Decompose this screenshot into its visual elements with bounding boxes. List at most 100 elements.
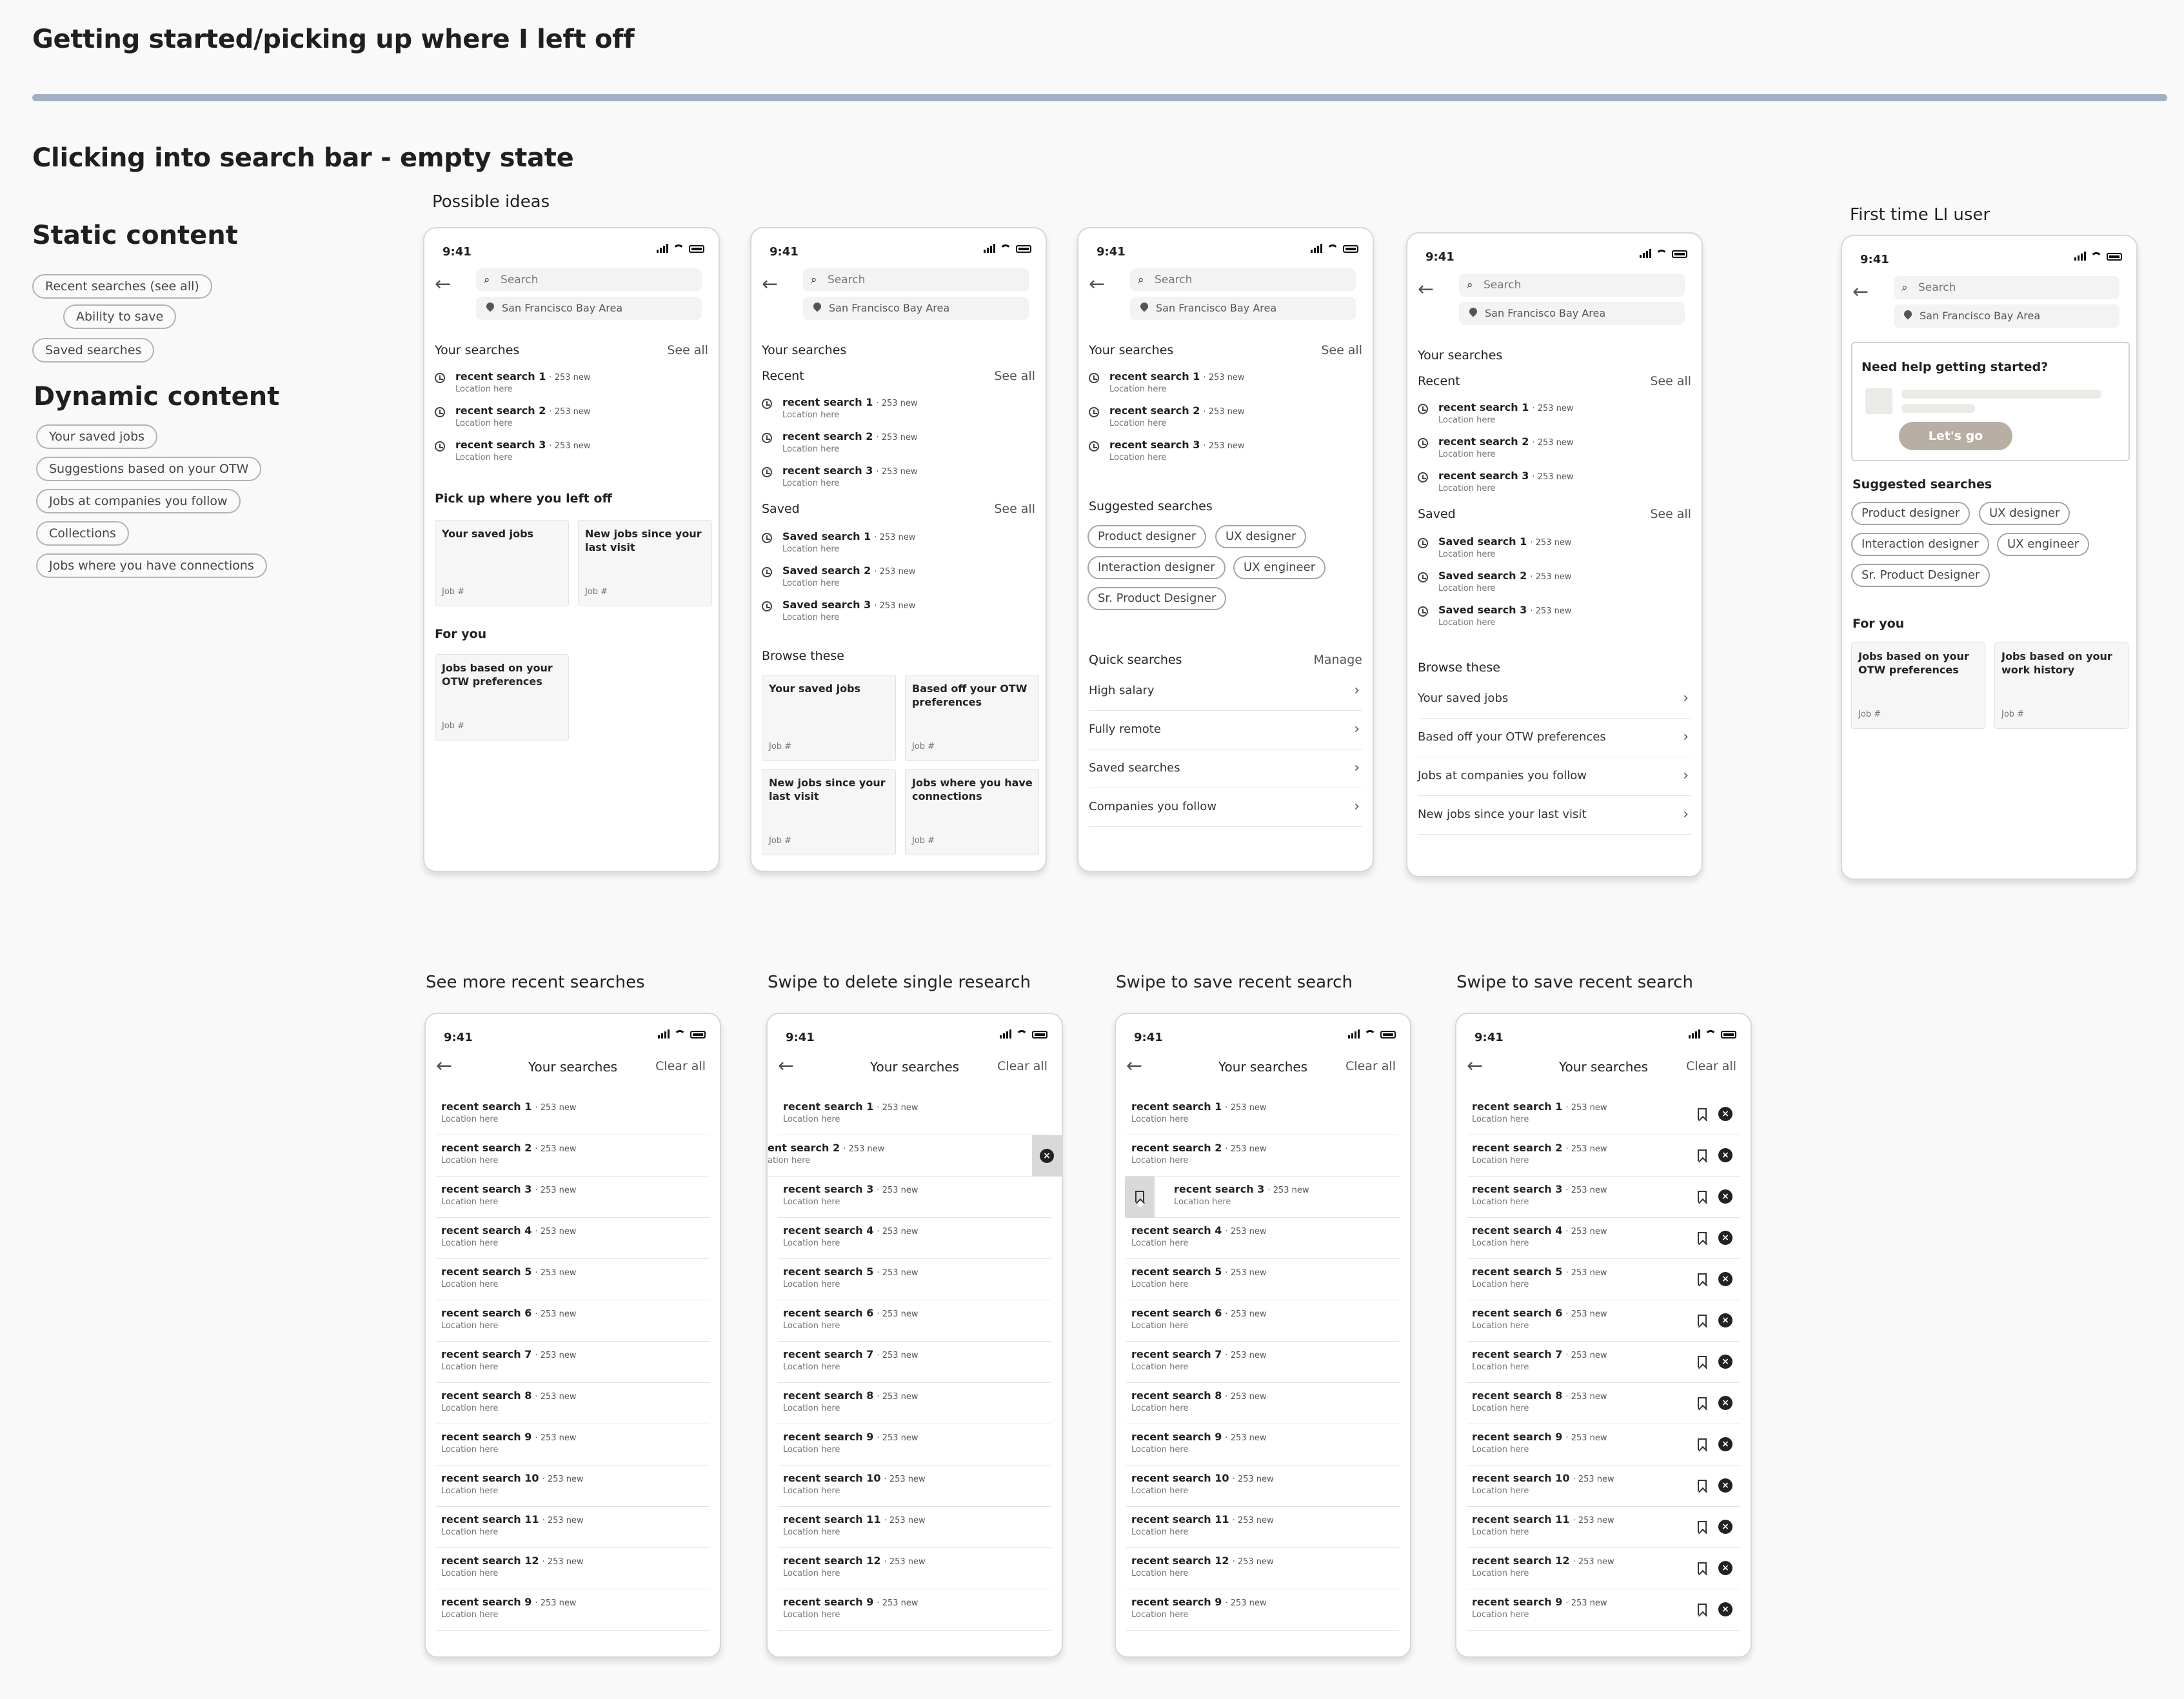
list-item[interactable]: recent search 5 · 253 new Location here [778, 1259, 1051, 1300]
list-item[interactable]: × recent search 9 · 253 new Location here [1467, 1424, 1740, 1466]
recent-search-row[interactable]: recent search 2 · 253 new Location here [762, 430, 1035, 462]
list-item[interactable]: × recent search 9 · 253 new Location here [1467, 1589, 1740, 1631]
browse-row[interactable]: Based off your OTW preferences › [1418, 719, 1691, 757]
saved-search-row[interactable]: Saved search 3 · 253 new Location here [762, 599, 1035, 631]
see-all-link[interactable]: See all [667, 343, 708, 357]
list-item[interactable]: recent search 5 · 253 new Location here [1126, 1259, 1400, 1300]
list-item[interactable]: recent search 12 · 253 new Location here [778, 1548, 1051, 1589]
saved-search-row[interactable]: Saved search 3 · 253 new Location here [1418, 604, 1691, 636]
see-all-link[interactable]: See all [994, 369, 1035, 383]
list-item[interactable]: × recent search 12 · 253 new Location here [1467, 1548, 1740, 1589]
list-item[interactable]: recent search 9 · 253 new Location here [1126, 1424, 1400, 1466]
browse-card[interactable]: Your saved jobs Job # [762, 675, 896, 761]
see-all-link[interactable]: See all [1650, 374, 1691, 388]
close-icon[interactable]: × [1718, 1602, 1732, 1616]
list-item[interactable]: × recent search 2 · 253 new Location here [1467, 1135, 1740, 1177]
close-icon[interactable]: × [1718, 1313, 1732, 1327]
card-otw-jobs[interactable]: Jobs based on your OTW preferences Job # [1851, 642, 1985, 729]
list-item[interactable]: recent search 8 · 253 new Location here [778, 1383, 1051, 1424]
list-item[interactable]: recent search 4 · 253 new Location here [1126, 1218, 1400, 1259]
back-arrow-icon[interactable]: ← [762, 275, 778, 294]
list-item[interactable]: × recent search 10 · 253 new Location here [1467, 1466, 1740, 1507]
search-input[interactable]: ⌕ Search [803, 268, 1029, 292]
lets-go-button[interactable]: Let's go [1899, 422, 2012, 450]
list-item[interactable]: recent search 12 · 253 new Location here [436, 1548, 710, 1589]
location-input[interactable]: San Francisco Bay Area [803, 297, 1029, 320]
browse-row[interactable]: Your saved jobs › [1418, 680, 1691, 719]
list-item[interactable]: recent search 9 · 253 new Location here [436, 1424, 710, 1466]
bookmark-icon[interactable] [1698, 1315, 1707, 1326]
list-item[interactable]: recent search 11 · 253 new Location here [1126, 1507, 1400, 1548]
suggestion-chip[interactable]: UX designer [1215, 525, 1307, 548]
bookmark-icon[interactable] [1698, 1480, 1707, 1491]
clear-all-button[interactable]: Clear all [997, 1059, 1047, 1073]
list-item[interactable]: recent search 5 · 253 new Location here [436, 1259, 710, 1300]
suggestion-chip[interactable]: UX engineer [1997, 533, 2090, 556]
list-item[interactable]: recent search 7 · 253 new Location here [1126, 1342, 1400, 1383]
suggestion-chip[interactable]: Sr. Product Designer [1087, 587, 1227, 610]
list-item[interactable]: recent search 11 · 253 new Location here [436, 1507, 710, 1548]
bookmark-icon[interactable] [1698, 1562, 1707, 1574]
close-icon[interactable]: × [1718, 1189, 1732, 1204]
list-item[interactable]: × recent search 7 · 253 new Location here [1467, 1342, 1740, 1383]
see-all-link[interactable]: See all [1321, 343, 1362, 357]
list-item[interactable]: recent search 4 · 253 new Location here [436, 1218, 710, 1259]
bookmark-icon[interactable] [1698, 1273, 1707, 1285]
close-icon[interactable]: × [1718, 1520, 1732, 1534]
card-otw-jobs[interactable]: Jobs based on your OTW preferences Job # [435, 654, 569, 740]
close-icon[interactable]: × [1718, 1231, 1732, 1245]
list-item[interactable]: recent search 3 · 253 new Location here [436, 1177, 710, 1218]
card-new-jobs[interactable]: New jobs since your last visit Job # [578, 520, 712, 606]
list-item[interactable]: recent search 9 · 253 new Location here [436, 1589, 710, 1631]
location-input[interactable]: San Francisco Bay Area [476, 297, 702, 320]
save-action[interactable] [1125, 1177, 1155, 1218]
recent-search-row[interactable]: recent search 2 · 253 new Location here [1418, 435, 1691, 468]
list-item[interactable]: recent search 8 · 253 new Location here [1126, 1383, 1400, 1424]
list-item[interactable]: recent search 9 · 253 new Location here [1126, 1589, 1400, 1631]
location-input[interactable]: San Francisco Bay Area [1130, 297, 1356, 320]
list-item[interactable]: × recent search 4 · 253 new Location here [1467, 1218, 1740, 1259]
clear-all-button[interactable]: Clear all [655, 1059, 706, 1073]
list-item[interactable]: × recent search 6 · 253 new Location here [1467, 1300, 1740, 1342]
list-item[interactable]: × recent search 5 · 253 new Location here [1467, 1259, 1740, 1300]
list-item[interactable]: recent search 9 · 253 new Location here [778, 1589, 1051, 1631]
quick-search-row[interactable]: Saved searches › [1089, 750, 1362, 788]
clear-all-button[interactable]: Clear all [1345, 1059, 1396, 1073]
list-item[interactable]: recent search 3 · 253 new Location here [1125, 1177, 1400, 1218]
recent-search-row[interactable]: recent search 2 · 253 new Location here [1089, 404, 1362, 437]
suggestion-chip[interactable]: Interaction designer [1851, 533, 1989, 556]
saved-search-row[interactable]: Saved search 1 · 253 new Location here [762, 530, 1035, 562]
browse-card[interactable]: New jobs since your last visit Job # [762, 769, 896, 855]
recent-search-row[interactable]: recent search 3 · 253 new Location here [1089, 439, 1362, 471]
recent-search-row[interactable]: recent search 1 · 253 new Location here [435, 370, 708, 402]
back-arrow-icon[interactable]: ← [1418, 280, 1434, 299]
manage-link[interactable]: Manage [1314, 653, 1362, 667]
saved-search-row[interactable]: Saved search 1 · 253 new Location here [1418, 535, 1691, 568]
list-item[interactable]: recent search 12 · 253 new Location here [1126, 1548, 1400, 1589]
recent-search-row[interactable]: recent search 3 · 253 new Location here [762, 464, 1035, 497]
list-item[interactable]: recent search 1 · 253 new Location here [778, 1094, 1051, 1135]
browse-row[interactable]: Jobs at companies you follow › [1418, 757, 1691, 796]
saved-search-row[interactable]: Saved search 2 · 253 new Location here [1418, 570, 1691, 602]
list-item[interactable]: recent search 4 · 253 new Location here [778, 1218, 1051, 1259]
back-arrow-icon[interactable]: ← [1852, 283, 1869, 302]
recent-search-row[interactable]: recent search 1 · 253 new Location here [1089, 370, 1362, 402]
list-item[interactable]: recent search 6 · 253 new Location here [778, 1300, 1051, 1342]
list-item[interactable]: recent search 2 · 253 new Location here [1126, 1135, 1400, 1177]
list-item[interactable]: × recent search 1 · 253 new Location here [1467, 1094, 1740, 1135]
list-item[interactable]: recent search 2 · 253 new Location here [436, 1135, 710, 1177]
see-all-link[interactable]: See all [1650, 507, 1691, 521]
suggestion-chip[interactable]: Product designer [1087, 525, 1207, 548]
list-item[interactable]: recent search 7 · 253 new Location here [436, 1342, 710, 1383]
close-icon[interactable]: × [1718, 1396, 1732, 1410]
bookmark-icon[interactable] [1698, 1356, 1707, 1367]
card-saved-jobs[interactable]: Your saved jobs Job # [435, 520, 569, 606]
close-icon[interactable]: × [1718, 1272, 1732, 1286]
see-all-link[interactable]: See all [994, 502, 1035, 516]
delete-action[interactable]: × [1032, 1135, 1062, 1177]
list-item[interactable]: recent search 10 · 253 new Location here [436, 1466, 710, 1507]
bookmark-icon[interactable] [1698, 1108, 1707, 1120]
quick-search-row[interactable]: Fully remote › [1089, 711, 1362, 750]
close-icon[interactable]: × [1718, 1561, 1732, 1575]
list-item[interactable]: recent search 10 · 253 new Location here [778, 1466, 1051, 1507]
